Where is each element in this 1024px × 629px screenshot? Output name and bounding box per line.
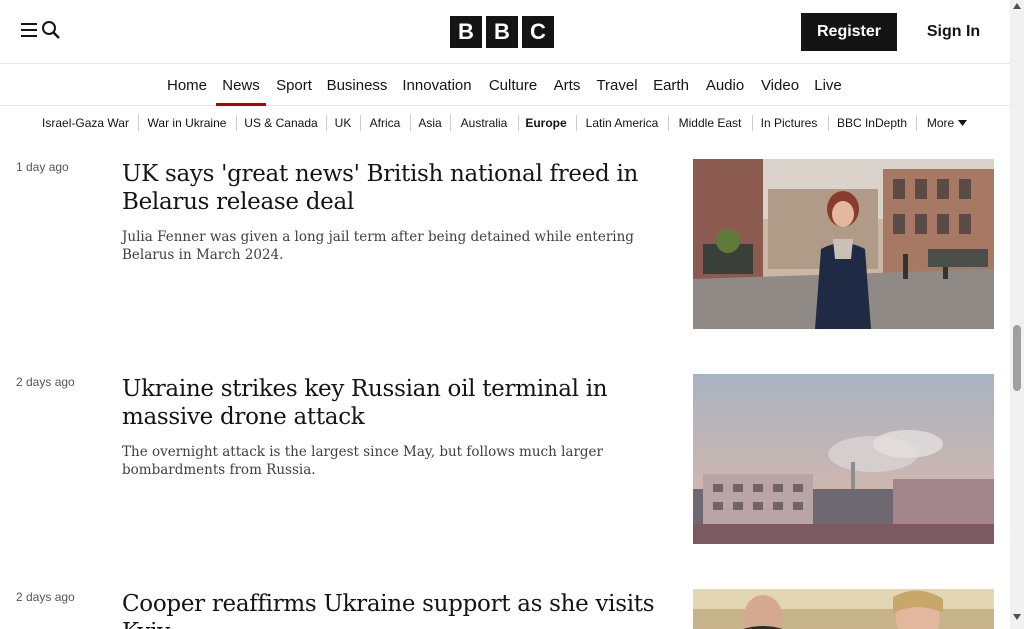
nav-culture[interactable]: Culture bbox=[481, 64, 545, 106]
subnav-uk[interactable]: UK bbox=[328, 106, 358, 140]
subnav-divider bbox=[236, 115, 237, 131]
subnav-latin-america[interactable]: Latin America bbox=[578, 106, 666, 140]
subnav-more-label: More bbox=[926, 116, 955, 130]
subnav-divider bbox=[450, 115, 451, 131]
search-icon bbox=[41, 20, 61, 45]
subnav-bbc-indepth[interactable]: BBC InDepth bbox=[830, 106, 914, 140]
article-timestamp: 1 day ago bbox=[16, 160, 69, 174]
article-card[interactable]: 1 day ago UK says 'great news' British n… bbox=[14, 158, 995, 352]
site-header: B B C Register Sign In bbox=[0, 0, 1010, 64]
article-headline[interactable]: UK says 'great news' British national fr… bbox=[122, 160, 662, 216]
subnav-australia[interactable]: Australia bbox=[452, 106, 516, 140]
menu-icon bbox=[21, 22, 39, 43]
subnav-divider bbox=[576, 115, 577, 131]
subnav-in-pictures[interactable]: In Pictures bbox=[754, 106, 824, 140]
subnav-africa[interactable]: Africa bbox=[362, 106, 408, 140]
nav-arts[interactable]: Arts bbox=[546, 64, 588, 106]
subnav-divider bbox=[138, 115, 139, 131]
subnav-divider bbox=[518, 115, 519, 131]
logo-letter: B bbox=[450, 16, 482, 48]
nav-sport[interactable]: Sport bbox=[268, 64, 320, 106]
nav-travel[interactable]: Travel bbox=[589, 64, 645, 106]
bbc-logo[interactable]: B B C bbox=[450, 16, 554, 48]
subnav-us-canada[interactable]: US & Canada bbox=[238, 106, 324, 140]
nav-earth[interactable]: Earth bbox=[646, 64, 696, 106]
subnav-asia[interactable]: Asia bbox=[412, 106, 448, 140]
primary-nav: Home News Sport Business Innovation Cult… bbox=[0, 64, 1010, 106]
menu-search-button[interactable] bbox=[14, 15, 68, 49]
subnav-divider bbox=[752, 115, 753, 131]
article-card[interactable]: 2 days ago Cooper reaffirms Ukraine supp… bbox=[14, 588, 995, 629]
register-button[interactable]: Register bbox=[801, 13, 897, 51]
nav-innovation[interactable]: Innovation bbox=[394, 64, 480, 106]
article-image[interactable] bbox=[693, 374, 994, 544]
subnav-divider bbox=[828, 115, 829, 131]
article-headline[interactable]: Ukraine strikes key Russian oil terminal… bbox=[122, 375, 662, 431]
page-scrollbar[interactable] bbox=[1010, 0, 1024, 629]
subnav-israel-gaza-war[interactable]: Israel-Gaza War bbox=[34, 106, 137, 140]
article-summary: The overnight attack is the largest sinc… bbox=[122, 444, 603, 478]
subnav-divider bbox=[916, 115, 917, 131]
subnav-war-in-ukraine[interactable]: War in Ukraine bbox=[140, 106, 234, 140]
nav-video[interactable]: Video bbox=[754, 64, 806, 106]
caret-down-icon bbox=[958, 116, 968, 130]
logo-letter: B bbox=[486, 16, 518, 48]
scroll-up-icon[interactable] bbox=[1013, 3, 1021, 9]
subnav-more[interactable]: More bbox=[918, 106, 976, 140]
article-image[interactable] bbox=[693, 159, 994, 329]
article-timestamp: 2 days ago bbox=[16, 375, 75, 389]
nav-home[interactable]: Home bbox=[159, 64, 215, 106]
subnav-divider bbox=[326, 115, 327, 131]
article-card[interactable]: 2 days ago Ukraine strikes key Russian o… bbox=[14, 373, 995, 567]
subnav-europe[interactable]: Europe bbox=[520, 106, 572, 140]
logo-letter: C bbox=[522, 16, 554, 48]
article-timestamp: 2 days ago bbox=[16, 590, 75, 604]
nav-news[interactable]: News bbox=[216, 64, 266, 106]
article-summary: Julia Fenner was given a long jail term … bbox=[122, 229, 634, 263]
nav-live[interactable]: Live bbox=[807, 64, 849, 106]
secondary-nav: Israel-Gaza War War in Ukraine US & Cana… bbox=[0, 106, 1010, 140]
subnav-divider bbox=[668, 115, 669, 131]
subnav-divider bbox=[410, 115, 411, 131]
nav-audio[interactable]: Audio bbox=[697, 64, 753, 106]
subnav-divider bbox=[360, 115, 361, 131]
nav-business[interactable]: Business bbox=[321, 64, 393, 106]
article-headline[interactable]: Cooper reaffirms Ukraine support as she … bbox=[122, 590, 662, 629]
sign-in-button[interactable]: Sign In bbox=[912, 13, 995, 51]
scroll-down-icon[interactable] bbox=[1013, 614, 1021, 620]
article-image[interactable] bbox=[693, 589, 994, 629]
scrollbar-thumb[interactable] bbox=[1013, 325, 1021, 391]
subnav-middle-east[interactable]: Middle East bbox=[670, 106, 750, 140]
